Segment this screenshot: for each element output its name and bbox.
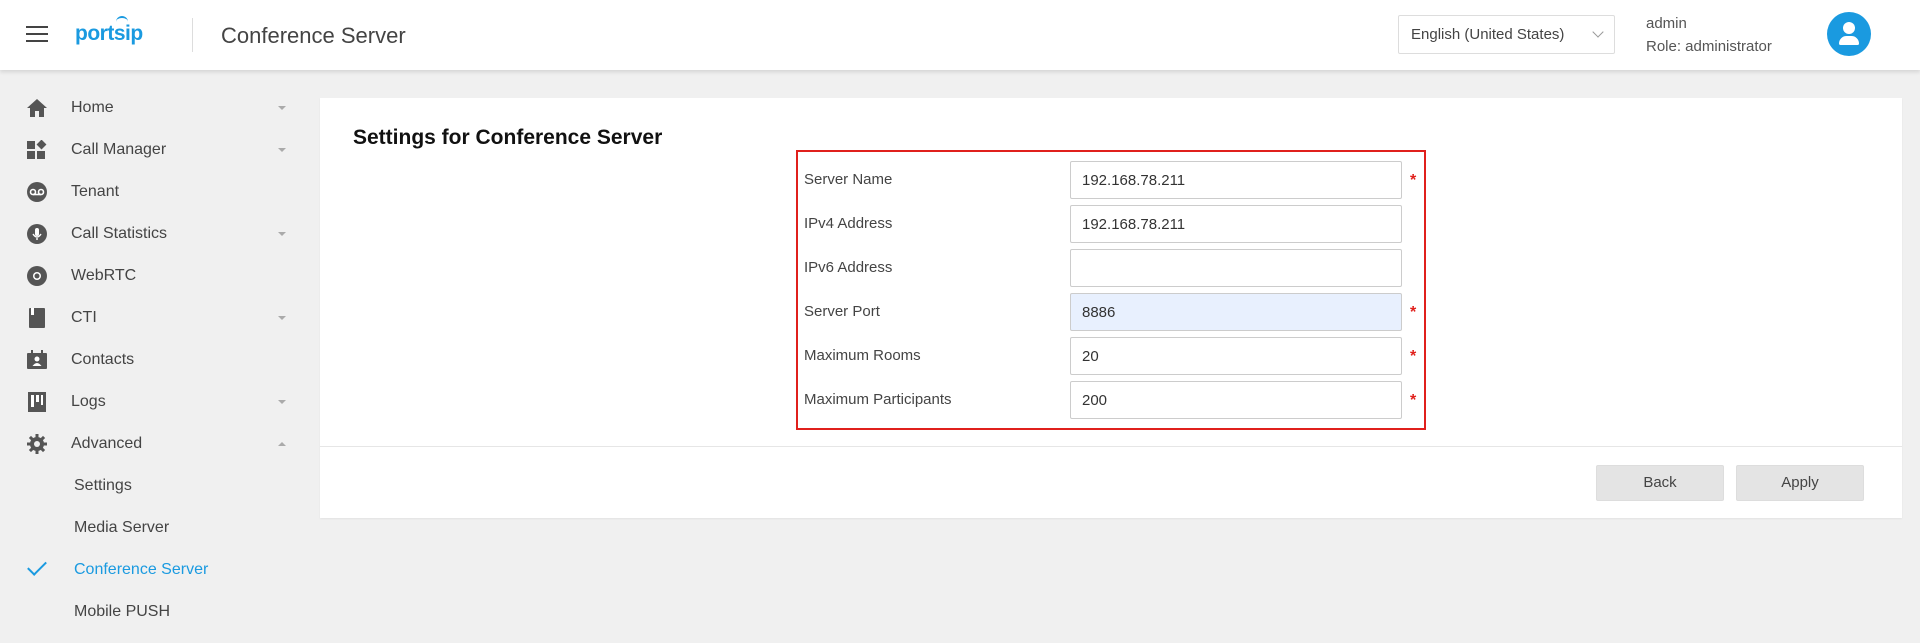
apply-button[interactable]: Apply: [1736, 465, 1864, 501]
form-row-ipv6-address: IPv6 Address: [798, 248, 1424, 288]
checkmark-icon: [27, 556, 47, 576]
caret-down-icon: [278, 106, 286, 110]
logs-icon: [28, 392, 46, 412]
sidebar-subitem-settings[interactable]: Settings: [0, 465, 300, 507]
book-icon: [29, 308, 45, 328]
server-port-input[interactable]: [1070, 293, 1402, 331]
sidebar-item-home[interactable]: Home: [0, 87, 300, 129]
sidebar-subitem-label: Mobile PUSH: [74, 603, 171, 620]
sidebar-item-label: Home: [71, 99, 114, 116]
field-label: IPv4 Address: [804, 215, 893, 232]
sidebar-item-call-statistics[interactable]: Call Statistics: [0, 213, 300, 255]
sidebar-subitem-label: Settings: [74, 477, 132, 494]
required-marker: *: [1410, 348, 1417, 365]
card-divider: [320, 446, 1902, 447]
sidebar-item-advanced[interactable]: Advanced: [0, 423, 300, 465]
sidebar: Home Call Manager Tenant Call Statistics…: [0, 70, 300, 643]
sidebar-subitem-conference-server[interactable]: Conference Server: [0, 549, 300, 591]
caret-down-icon: [278, 400, 286, 404]
field-label: Server Port: [804, 303, 880, 320]
sidebar-item-logs[interactable]: Logs: [0, 381, 300, 423]
form-row-server-name: Server Name *: [798, 160, 1424, 200]
sidebar-subitem-label: Media Server: [74, 519, 170, 536]
caret-down-icon: [278, 232, 286, 236]
required-marker: *: [1410, 392, 1417, 409]
menu-icon[interactable]: [26, 26, 48, 44]
home-icon: [27, 99, 47, 117]
caret-down-icon: [278, 148, 286, 152]
settings-card: Settings for Conference Server Server Na…: [320, 98, 1902, 518]
field-label: Maximum Participants: [804, 391, 952, 408]
sidebar-subitem-media-server[interactable]: Media Server: [0, 507, 300, 549]
server-name-input[interactable]: [1070, 161, 1402, 199]
caret-up-icon: [278, 442, 286, 446]
sidebar-item-tenant[interactable]: Tenant: [0, 171, 300, 213]
language-select[interactable]: English (United States): [1398, 15, 1615, 54]
sidebar-item-contacts[interactable]: Contacts: [0, 339, 300, 381]
ipv4-address-input[interactable]: [1070, 205, 1402, 243]
avatar-icon[interactable]: [1827, 12, 1871, 56]
page-title: Conference Server: [221, 23, 406, 48]
user-role: Role: administrator: [1646, 38, 1772, 55]
ipv6-address-input[interactable]: [1070, 249, 1402, 287]
gear-icon: [27, 434, 47, 454]
sidebar-item-label: Call Statistics: [71, 225, 168, 242]
contacts-icon: [27, 350, 47, 369]
maximum-participants-input[interactable]: [1070, 381, 1402, 419]
chrome-icon: [27, 266, 47, 286]
sidebar-item-label: WebRTC: [71, 267, 137, 284]
language-value: English (United States): [1411, 26, 1565, 43]
sidebar-item-label: CTI: [71, 309, 97, 326]
sidebar-subitem-mobile-push[interactable]: Mobile PUSH: [0, 591, 300, 633]
settings-form: Server Name * IPv4 Address IPv6 Address …: [796, 150, 1426, 430]
card-title: Settings for Conference Server: [353, 126, 663, 149]
form-row-maximum-participants: Maximum Participants *: [798, 380, 1424, 420]
sidebar-subitem-label: Conference Server: [74, 561, 209, 578]
form-row-maximum-rooms: Maximum Rooms *: [798, 336, 1424, 376]
caret-down-icon: [278, 316, 286, 320]
sidebar-item-label: Call Manager: [71, 141, 167, 158]
top-header: portsip Conference Server English (Unite…: [0, 0, 1920, 70]
sidebar-item-call-manager[interactable]: Call Manager: [0, 129, 300, 171]
required-marker: *: [1410, 304, 1417, 321]
logo: portsip: [75, 22, 143, 45]
widgets-icon: [27, 140, 47, 159]
sidebar-item-label: Advanced: [71, 435, 143, 452]
voicemail-icon: [27, 182, 47, 202]
microphone-icon: [27, 224, 47, 244]
field-label: Maximum Rooms: [804, 347, 921, 364]
header-divider: [192, 18, 193, 52]
sidebar-item-webrtc[interactable]: WebRTC: [0, 255, 300, 297]
back-button[interactable]: Back: [1596, 465, 1724, 501]
logo-arc: [116, 16, 128, 22]
field-label: Server Name: [804, 171, 893, 188]
sidebar-item-label: Logs: [71, 393, 106, 410]
form-row-server-port: Server Port *: [798, 292, 1424, 332]
required-marker: *: [1410, 172, 1417, 189]
form-row-ipv4-address: IPv4 Address: [798, 204, 1424, 244]
sidebar-item-label: Tenant: [71, 183, 120, 200]
chevron-down-icon: [1592, 26, 1604, 38]
user-name: admin: [1646, 15, 1687, 32]
sidebar-item-label: Contacts: [71, 351, 135, 368]
sidebar-item-cti[interactable]: CTI: [0, 297, 300, 339]
maximum-rooms-input[interactable]: [1070, 337, 1402, 375]
field-label: IPv6 Address: [804, 259, 893, 276]
